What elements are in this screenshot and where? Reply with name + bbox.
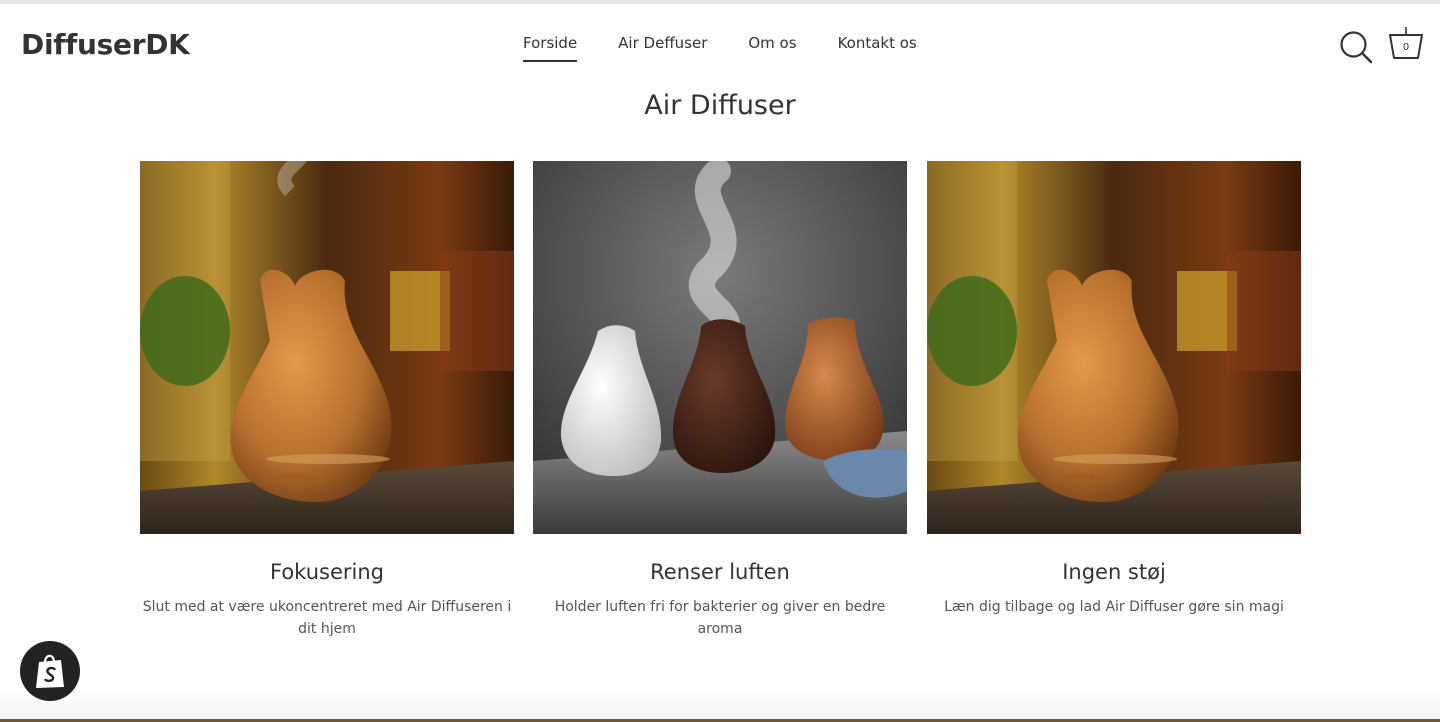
card-text: Læn dig tilbage og lad Air Diffuser gøre… (944, 599, 1284, 615)
section-title: Air Diffuser (644, 90, 796, 121)
nav-item-air-deffuser[interactable]: Air Deffuser (618, 34, 707, 62)
card-text: Slut med at være ukoncentreret med Air D… (142, 599, 512, 637)
card-text: Holder luften fri for bakterier og giver… (554, 599, 886, 637)
bottom-shade (0, 690, 1440, 722)
main-nav: Forside Air Deffuser Om os Kontakt os (523, 34, 958, 62)
cart-count: 0 (1402, 42, 1410, 53)
cart-icon[interactable]: 0 (1388, 25, 1424, 63)
search-icon[interactable] (1339, 30, 1373, 64)
card-title: Renser luften (650, 560, 790, 584)
nav-item-om-os[interactable]: Om os (748, 34, 796, 62)
wood-vase-diffuser-photo (927, 161, 1301, 534)
feature-card: Ingen støj Læn dig tilbage og lad Air Di… (927, 161, 1301, 618)
nav-item-forside[interactable]: Forside (523, 34, 578, 62)
nav-item-kontakt-os[interactable]: Kontakt os (838, 34, 917, 62)
card-title: Fokusering (270, 560, 384, 584)
feature-card: Fokusering Slut med at være ukoncentrere… (140, 161, 514, 640)
three-diffusers-photo (533, 161, 907, 534)
site-logo[interactable]: DiffuserDK (21, 28, 190, 61)
wood-vase-diffuser-photo (140, 161, 514, 534)
shopify-bag-icon[interactable] (20, 641, 80, 701)
card-title: Ingen støj (1062, 560, 1166, 584)
site-header: DiffuserDK Forside Air Deffuser Om os Ko… (0, 4, 1440, 86)
feature-card: Renser luften Holder luften fri for bakt… (533, 161, 907, 640)
